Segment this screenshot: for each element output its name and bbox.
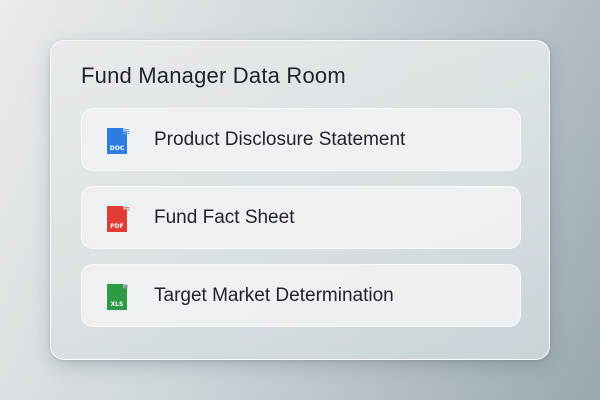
document-row-fund-fact-sheet[interactable]: PDF Fund Fact Sheet [81, 186, 521, 249]
document-label: Target Market Determination [154, 285, 394, 306]
doc-file-icon: DOC [107, 128, 131, 156]
file-type-label: DOC [109, 145, 125, 152]
document-label: Product Disclosure Statement [154, 129, 406, 150]
xls-file-icon: XLS [107, 284, 131, 312]
panel-title: Fund Manager Data Room [81, 63, 346, 88]
file-type-label: PDF [110, 223, 124, 230]
document-label: Fund Fact Sheet [154, 207, 295, 228]
document-row-product-disclosure-statement[interactable]: DOC Product Disclosure Statement [81, 108, 521, 171]
pdf-file-icon: PDF [107, 206, 131, 234]
document-row-target-market-determination[interactable]: XLS Target Market Determination [81, 264, 521, 327]
file-type-label: XLS [110, 301, 124, 308]
data-room-panel: Fund Manager Data Room DOC Product Discl… [50, 40, 550, 360]
